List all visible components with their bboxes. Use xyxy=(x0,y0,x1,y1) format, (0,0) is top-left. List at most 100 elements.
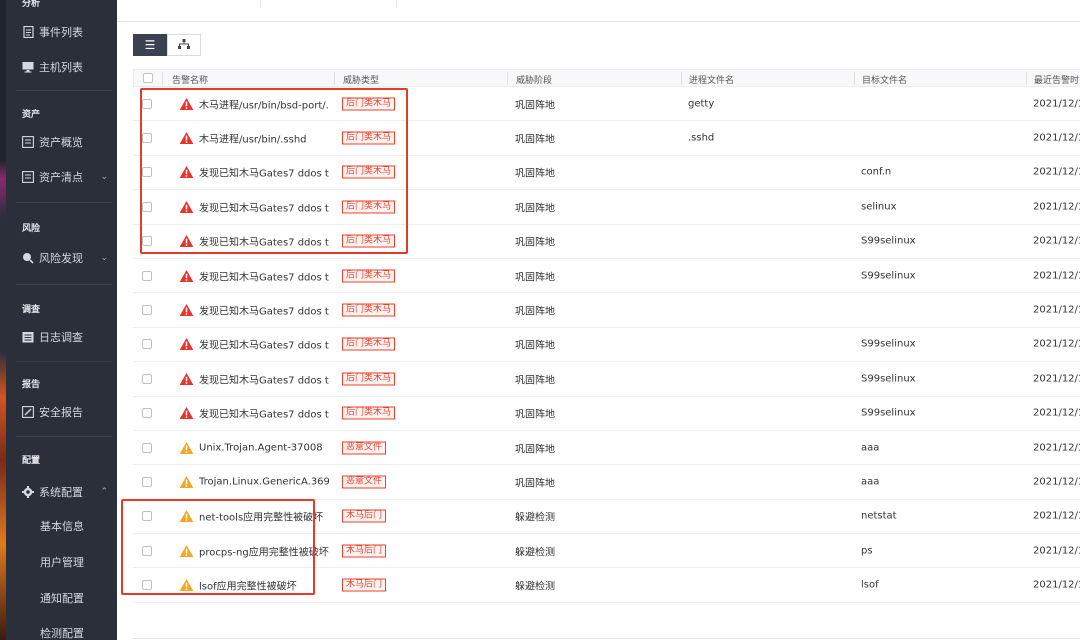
threat-type-cell: 恶意文件 xyxy=(342,475,387,489)
table-row[interactable]: 发现已知木马Gates7 ddos tr... 后门类木马 巩固阵地 S99selin… xyxy=(133,397,1080,431)
table-row[interactable]: 发现已知木马Gates7 ddos tr... 后门类木马 巩固阵地 S99selin… xyxy=(133,328,1080,363)
threat-type-tag: 后门类木马 xyxy=(342,406,396,420)
select-all-checkbox[interactable] xyxy=(143,73,153,83)
sidebar-subitem-basic-info[interactable]: 基本信息 xyxy=(40,518,84,534)
alert-name-cell[interactable]: 发现已知木马Gates7 ddos tr... xyxy=(179,268,329,283)
column-header-process[interactable]: 进程文件名 xyxy=(689,73,734,86)
alert-name-text: 发现已知木马Gates7 ddos tr... xyxy=(199,306,329,318)
alert-name-cell[interactable]: 发现已知木马Gates7 ddos tr... xyxy=(179,234,329,249)
sidebar-subitem-notification-config[interactable]: 通知配置 xyxy=(40,590,84,606)
stage-cell: 躲避检测 xyxy=(515,547,555,559)
table-row[interactable]: 木马进程/usr/bin/.sshd 后门类木马 巩固阵地 .sshd 2021/12/… xyxy=(133,121,1080,156)
alert-name-text: 木马进程/usr/bin/bsd-port/... xyxy=(199,100,329,112)
row-checkbox[interactable] xyxy=(142,580,152,591)
sidebar-subitem-detection-config[interactable]: 检测配置 xyxy=(40,625,84,640)
table-row[interactable]: Unix.Trojan.Agent-37008 恶意文件 巩固阵地 aaa 2021/1… xyxy=(133,431,1080,466)
table-row[interactable]: 发现已知木马Gates7 ddos tr... 后门类木马 巩固阵地 S99selin… xyxy=(133,362,1080,397)
sidebar-item-host-list[interactable]: 主机列表 xyxy=(22,56,112,78)
table-row[interactable]: 发现已知木马Gates7 ddos tr... 后门类木马 巩固阵地 S99selin… xyxy=(133,225,1080,259)
column-header-name[interactable]: 告警名称 xyxy=(172,73,208,86)
table-row[interactable]: 发现已知木马Gates7 ddos tr... 后门类木马 巩固阵地 selinux 2… xyxy=(133,190,1080,225)
threat-type-cell: 后门类木马 xyxy=(342,372,396,386)
alert-name-cell[interactable]: 发现已知木马Gates7 ddos tr... xyxy=(179,406,329,421)
row-checkbox[interactable] xyxy=(142,236,152,247)
row-checkbox[interactable] xyxy=(142,545,152,556)
row-checkbox[interactable] xyxy=(142,373,152,384)
sidebar-item-security-report[interactable]: 安全报告 xyxy=(22,401,112,423)
row-checkbox[interactable] xyxy=(142,270,152,281)
table-row[interactable]: 发现已知木马Gates7 ddos tr... 后门类木马 巩固阵地 conf.n 20… xyxy=(133,156,1080,191)
alert-name-text: Unix.Trojan.Agent-37008 xyxy=(199,442,323,454)
row-checkbox[interactable] xyxy=(142,339,152,350)
table-row[interactable]: Trojan.Linux.GenericA.36989 恶意文件 巩固阵地 aaa 20… xyxy=(133,465,1080,500)
threat-type-cell: 后门类木马 xyxy=(342,269,396,283)
row-checkbox[interactable] xyxy=(142,98,152,109)
divider xyxy=(16,90,112,91)
time-cell: 2021/12/1( xyxy=(1033,476,1080,488)
row-checkbox[interactable] xyxy=(142,305,152,316)
alert-name-cell[interactable]: 发现已知木马Gates7 ddos tr... xyxy=(179,337,329,352)
column-header-type[interactable]: 威胁类型 xyxy=(343,73,379,86)
sidebar-item-risk-discovery[interactable]: 风险发现 ⌄ xyxy=(22,247,112,269)
stage-cell: 躲避检测 xyxy=(515,581,555,593)
alert-name-cell[interactable]: 发现已知木马Gates7 ddos tr... xyxy=(179,199,329,214)
alert-name-text: Trojan.Linux.GenericA.36989 xyxy=(199,476,329,488)
tree-view-button[interactable] xyxy=(167,34,201,56)
column-header-stage[interactable]: 威胁阶段 xyxy=(516,73,552,86)
row-checkbox[interactable] xyxy=(142,511,152,522)
document-icon xyxy=(22,26,34,38)
alert-name-cell[interactable]: Unix.Trojan.Agent-37008 xyxy=(179,441,329,454)
sidebar-item-log-investigation[interactable]: 日志调查 xyxy=(22,326,112,348)
risk-icon xyxy=(22,252,34,264)
target-cell: aaa xyxy=(861,476,880,488)
chevron-up-icon: ⌃ xyxy=(100,487,108,497)
row-checkbox[interactable] xyxy=(142,133,152,144)
warning-icon xyxy=(179,372,194,385)
table-row[interactable]: 发现已知木马Gates7 ddos tr... 后门类木马 巩固阵地 2021/12/… xyxy=(133,293,1080,328)
warning-icon xyxy=(179,132,194,145)
stage-cell: 巩固阵地 xyxy=(515,237,555,249)
alert-name-cell[interactable]: Trojan.Linux.GenericA.36989 xyxy=(179,475,329,488)
sidebar-item-event-list[interactable]: 事件列表 xyxy=(22,21,112,43)
sidebar-item-asset-inventory[interactable]: 资产清点 ⌄ xyxy=(22,166,112,188)
alert-name-cell[interactable]: net-tools应用完整性被破坏 xyxy=(179,509,329,524)
sidebar-subitem-user-management[interactable]: 用户管理 xyxy=(40,554,84,570)
sidebar-item-asset-overview[interactable]: 资产概览 xyxy=(22,131,112,153)
alert-name-text: 发现已知木马Gates7 ddos tr... xyxy=(199,409,329,421)
warning-icon xyxy=(179,235,194,248)
threat-type-tag: 木马后门 xyxy=(342,544,387,558)
alert-name-cell[interactable]: 木马进程/usr/bin/bsd-port/... xyxy=(179,96,329,111)
threat-type-cell: 后门类木马 xyxy=(342,131,396,145)
column-header-target[interactable]: 目标文件名 xyxy=(862,73,907,86)
sidebar-item-system-config[interactable]: 系统配置 ⌃ xyxy=(22,481,112,503)
divider xyxy=(16,361,112,362)
threat-type-tag: 后门类木马 xyxy=(342,337,396,351)
threat-type-cell: 后门类木马 xyxy=(342,165,396,179)
alert-name-cell[interactable]: 木马进程/usr/bin/.sshd xyxy=(179,131,329,146)
table-row[interactable]: net-tools应用完整性被破坏 木马后门 躲避检测 netstat 2021/12/… xyxy=(133,500,1080,535)
list-view-button[interactable]: ☰ xyxy=(133,34,167,56)
row-checkbox[interactable] xyxy=(142,167,152,178)
stage-cell: 躲避检测 xyxy=(515,512,555,524)
table-row[interactable]: procps-ng应用完整性被破坏 木马后门 躲避检测 ps 2021/12/1( xyxy=(133,534,1080,569)
threat-type-tag: 后门类木马 xyxy=(342,234,396,248)
alert-name-cell[interactable]: procps-ng应用完整性被破坏 xyxy=(179,543,329,558)
target-cell: aaa xyxy=(861,442,880,454)
table-row[interactable]: 木马进程/usr/bin/bsd-port/... 后门类木马 巩固阵地 getty 2… xyxy=(133,87,1080,122)
alert-name-cell[interactable]: lsof应用完整性被破坏 xyxy=(179,578,329,593)
alert-name-cell[interactable]: 发现已知木马Gates7 ddos tr... xyxy=(179,303,329,318)
alert-name-cell[interactable]: 发现已知木马Gates7 ddos tr... xyxy=(179,165,329,180)
alert-name-cell[interactable]: 发现已知木马Gates7 ddos tr... xyxy=(179,371,329,386)
row-checkbox[interactable] xyxy=(142,408,152,419)
column-header-time[interactable]: 最近告警时 xyxy=(1034,73,1079,86)
time-cell: 2021/12/1( xyxy=(1033,235,1080,247)
section-analysis: 分析 xyxy=(22,0,41,9)
row-checkbox[interactable] xyxy=(142,476,152,487)
row-checkbox[interactable] xyxy=(142,442,152,453)
row-checkbox[interactable] xyxy=(142,201,152,212)
table-row[interactable]: lsof应用完整性被破坏 木马后门 躲避检测 lsof 2021/12/1( xyxy=(133,568,1080,603)
process-cell: .sshd xyxy=(688,132,715,144)
table-row[interactable]: 发现已知木马Gates7 ddos tr... 后门类木马 巩固阵地 S99selin… xyxy=(133,259,1080,294)
time-cell: 2021/12/1( xyxy=(1033,201,1080,213)
warning-icon xyxy=(179,407,194,420)
